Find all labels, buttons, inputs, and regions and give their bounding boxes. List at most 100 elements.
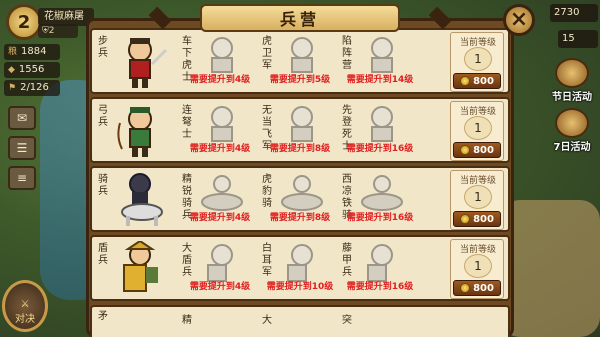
unlock-requirement: 需要提升到16级 (346, 144, 414, 154)
resource-wood-value: 1556 (18, 64, 45, 75)
locked-unit-sprite (211, 106, 233, 142)
unit-slot[interactable]: 西凉铁骑 需要提升到16级 (340, 170, 420, 230)
unit-name: 精 (182, 315, 192, 326)
unit-slot[interactable]: 连弩士 需要提升到4级 (180, 101, 260, 161)
unit-name: 陷阵营 (342, 36, 352, 71)
locked-unit-sprite (201, 175, 243, 211)
coin-icon (460, 76, 471, 86)
festival-event-button[interactable]: 节日活动 (548, 58, 596, 104)
current-level: 1 (464, 254, 492, 278)
close-button[interactable]: × (503, 4, 535, 36)
chat-icon: ☰ (16, 141, 28, 155)
wood-icon: ◆ (8, 65, 15, 75)
unlock-requirement: 需要提升到16级 (346, 213, 414, 223)
level-box: 当前等级 1 800 (450, 101, 504, 161)
unlock-requirement: 需要提升到4级 (189, 282, 251, 292)
locked-unit-sprite (211, 37, 233, 73)
locked-unit-sprite (367, 244, 393, 282)
unit-slot[interactable]: 陷阵营 需要提升到14级 (340, 32, 420, 92)
current-level: 1 (464, 185, 492, 209)
list-button[interactable]: ≡ (8, 166, 36, 190)
right-hud: 2730 15 节日活动 7日活动 (540, 0, 600, 337)
unit-slot[interactable]: 无当飞军 需要提升到8级 (260, 101, 340, 161)
troop-row-archer: 弓兵 连弩士 需要提升到4级 无当飞军 需要提升到8级 先登死士 需要提升到16… (90, 97, 510, 163)
resource-wood: ◆ 1556 (4, 62, 60, 78)
unit-name: 大盾兵 (182, 243, 192, 278)
locked-unit-sprite (371, 37, 393, 73)
festival-event-label: 节日活动 (552, 92, 592, 103)
coin-icon (460, 283, 471, 293)
level-box: 当前等级 1 800 (450, 32, 504, 92)
locked-unit-sprite (371, 106, 393, 142)
close-icon: × (509, 7, 529, 32)
player-rank-value: 2 (48, 26, 55, 36)
locked-unit-sprite (287, 244, 313, 282)
upgrade-button[interactable]: 800 (453, 211, 501, 227)
seven-day-event-label: 7日活动 (553, 142, 591, 153)
unit-name: 突 (342, 315, 352, 326)
unlock-requirement: 需要提升到10级 (266, 282, 334, 292)
duel-button[interactable]: ⚔ 对决 (2, 280, 48, 332)
current-level: 1 (464, 116, 492, 140)
mail-icon: ✉ (16, 111, 28, 125)
unlock-requirement: 需要提升到4级 (189, 213, 251, 223)
unit-name: 虎卫军 (262, 36, 272, 71)
upgrade-cost: 800 (473, 75, 494, 87)
player-level-badge[interactable]: 2 (6, 4, 42, 40)
unlock-requirement: 需要提升到14级 (346, 75, 414, 85)
category-label: 弓兵 (98, 105, 108, 128)
upgrade-button[interactable]: 800 (453, 73, 501, 89)
unit-name: 连弩士 (182, 105, 192, 140)
current-level: 1 (464, 47, 492, 71)
unit-slot[interactable]: 藤甲兵 需要提升到16级 (340, 239, 420, 299)
category-label: 盾兵 (98, 243, 108, 266)
unit-slot[interactable]: 先登死士 需要提升到16级 (340, 101, 420, 161)
unlock-requirement: 需要提升到8级 (269, 144, 331, 154)
locked-unit-sprite (207, 244, 233, 282)
mail-button[interactable]: ✉ (8, 106, 36, 130)
unit-slot[interactable]: 白耳军 需要提升到10级 (260, 239, 340, 299)
chat-button[interactable]: ☰ (8, 136, 36, 160)
seven-day-event-button[interactable]: 7日活动 (548, 108, 596, 154)
coin-icon (460, 214, 471, 224)
troops-icon: ⚑ (8, 83, 17, 93)
upgrade-cost: 800 (473, 144, 494, 156)
unit-slot[interactable]: 精锐骑兵 需要提升到4级 (180, 170, 260, 230)
unit-slot[interactable]: 车下虎士 需要提升到4级 (180, 32, 260, 92)
unit-slot[interactable]: 大盾兵 需要提升到4级 (180, 239, 260, 299)
upgrade-button[interactable]: 800 (453, 280, 501, 296)
left-hud: 2 花椒麻屠 ⛨2 粮 1884 ◆ 1556 ⚑ 2/126 ✉ ☰ ≡ ⚔ 对决 (0, 0, 94, 337)
resource-grain: 粮 1884 (4, 44, 60, 60)
calendar-icon (555, 108, 589, 138)
unit-name: 虎豹骑 (262, 174, 272, 209)
category-label: 骑兵 (98, 174, 108, 197)
locked-unit-sprite (361, 175, 403, 211)
upgrade-cost: 800 (473, 213, 494, 225)
category-label: 步兵 (98, 36, 108, 59)
coin-icon (460, 145, 471, 155)
infantry-hero-sprite[interactable] (116, 34, 168, 90)
level-box: 当前等级 1 800 (450, 239, 504, 299)
locked-unit-sprite (291, 106, 313, 142)
unit-name: 大 (262, 315, 272, 326)
top-resource-1: 2730 (550, 4, 598, 22)
locked-unit-sprite (281, 175, 323, 211)
upgrade-button[interactable]: 800 (453, 142, 501, 158)
unlock-requirement: 需要提升到8级 (269, 213, 331, 223)
archer-hero-sprite[interactable] (116, 103, 168, 159)
panel-title: 兵营 (200, 4, 400, 32)
category-label: 矛 (98, 311, 108, 322)
troop-row-spear-partial: 矛 精 大 突 (90, 305, 510, 337)
level-box: 当前等级 1 800 (450, 170, 504, 230)
unlock-requirement: 需要提升到5级 (269, 75, 331, 85)
shield-hero-sprite[interactable] (116, 241, 168, 297)
cavalry-hero-sprite[interactable] (116, 172, 168, 228)
list-icon: ≡ (16, 171, 28, 185)
resource-troops-value: 2/126 (20, 82, 49, 93)
top-resource-2: 15 (558, 30, 598, 48)
upgrade-cost: 800 (473, 282, 494, 294)
unit-slot[interactable]: 虎豹骑 需要提升到8级 (260, 170, 340, 230)
shield-icon: ⛨ (42, 26, 49, 36)
festival-icon (555, 58, 589, 88)
unit-slot[interactable]: 虎卫军 需要提升到5级 (260, 32, 340, 92)
